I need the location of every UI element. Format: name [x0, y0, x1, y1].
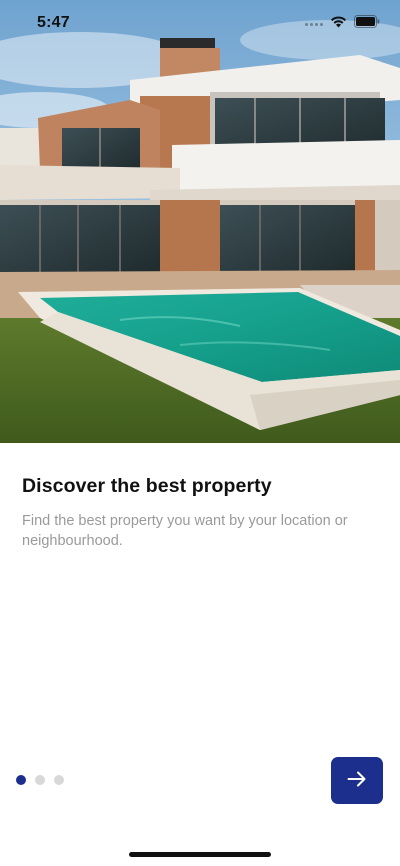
battery-icon [354, 15, 380, 33]
status-icons [305, 15, 380, 33]
page-dot-2[interactable] [35, 775, 45, 785]
status-bar: 5:47 [0, 0, 400, 50]
hero-image [0, 0, 400, 443]
status-time: 5:47 [37, 14, 70, 31]
page-dot-3[interactable] [54, 775, 64, 785]
page-dot-1[interactable] [16, 775, 26, 785]
home-indicator[interactable] [129, 852, 271, 857]
onboarding-screen: 5:47 Discover the best property Find the… [0, 0, 400, 866]
onboarding-description: Find the best property you want by your … [22, 513, 348, 549]
next-button[interactable] [331, 757, 383, 804]
page-indicator [16, 775, 64, 785]
onboarding-title: Discover the best property [22, 475, 272, 497]
signal-dots-icon [305, 22, 323, 26]
arrow-right-icon [347, 771, 367, 790]
wifi-icon [330, 15, 347, 33]
